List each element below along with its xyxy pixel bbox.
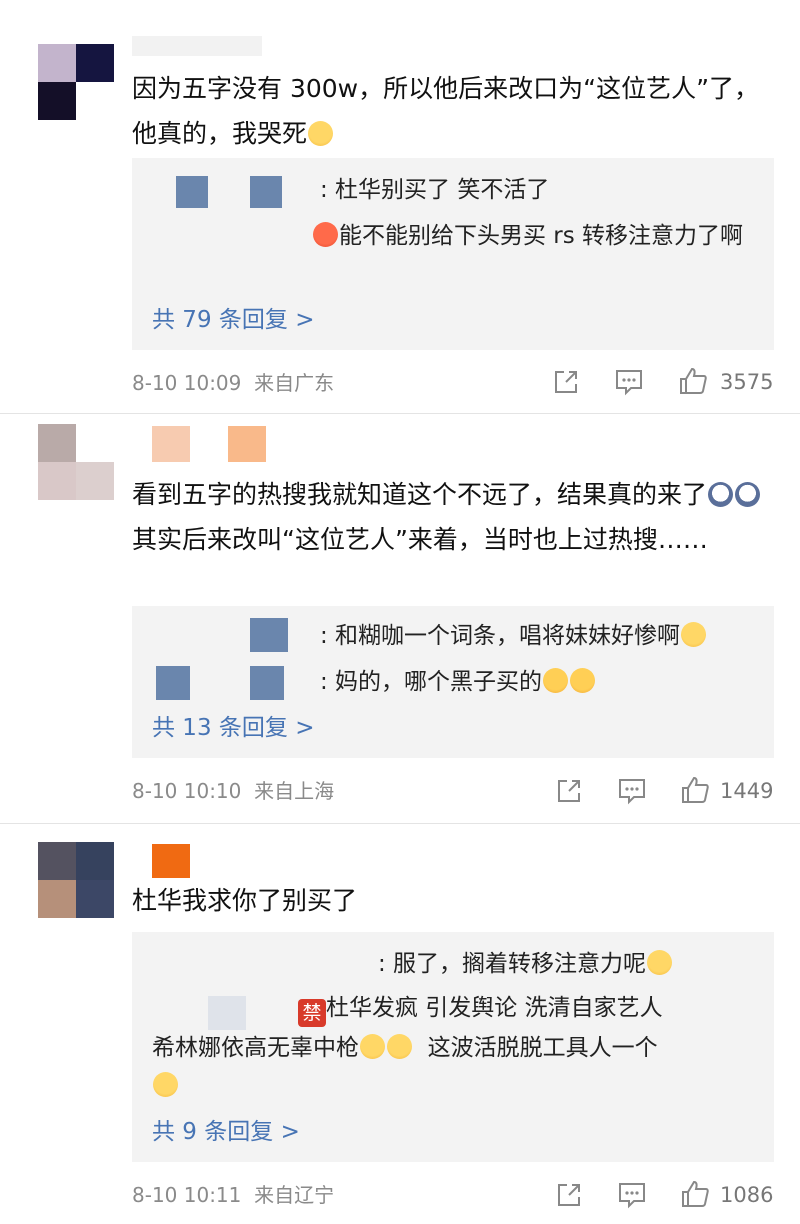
reply-line (152, 1068, 756, 1104)
reply-line: : 杜华别买了 笑不活了 (152, 172, 756, 208)
reply-username[interactable] (152, 174, 320, 208)
comment-text: 因为五字没有 300w，所以他后来改口为“这位艺人”了，他真的，我哭死 (132, 74, 760, 148)
doge-emoji-icon (708, 482, 734, 507)
crying-emoji-icon (360, 1034, 385, 1059)
like-count: 3575 (720, 370, 774, 394)
angry-emoji-icon (543, 668, 569, 693)
more-replies-link[interactable]: 共 9 条回复 > (152, 1114, 300, 1150)
comment-text: 看到五字的热搜我就知道这个不远了，结果真的来了其实后来改叫“这位艺人”来着，当时… (132, 472, 772, 562)
share-icon[interactable] (555, 1181, 583, 1209)
comment-meta: 8-10 10:10 来自上海 (132, 779, 335, 803)
like-icon[interactable] (678, 366, 708, 396)
reply-username[interactable] (152, 220, 312, 254)
reply-line: 能不能别给下头男买 rs 转移注意力了啊 (152, 218, 756, 254)
like-icon[interactable] (680, 1179, 710, 1209)
comment-icon[interactable] (617, 777, 647, 805)
crying-emoji-icon (153, 1072, 178, 1097)
divider (0, 413, 800, 414)
reply-username[interactable] (152, 665, 320, 700)
angry-emoji-icon (313, 222, 338, 247)
reply-line: : 服了，搁着转移注意力呢 (152, 946, 756, 982)
share-icon[interactable] (552, 368, 580, 396)
comment-meta: 8-10 10:09 来自广东 (132, 371, 335, 395)
more-replies-link[interactable]: 共 13 条回复 > (152, 710, 314, 746)
like-count: 1449 (720, 779, 774, 803)
divider (0, 823, 800, 824)
reply-box[interactable]: : 杜华别买了 笑不活了 能不能别给下头男买 rs 转移注意力了啊 共 79 条… (132, 158, 774, 350)
reply-line: : 妈的，哪个黑子买的 (152, 664, 756, 700)
share-icon[interactable] (555, 777, 583, 805)
ban-icon: 禁 (298, 999, 326, 1027)
avatar[interactable] (38, 424, 114, 500)
reply-username[interactable] (152, 617, 320, 654)
reply-line: 希林娜依高无辜中枪 这波活脱脱工具人一个 (152, 1034, 658, 1061)
crying-emoji-icon (681, 622, 707, 647)
avatar[interactable] (38, 842, 114, 918)
crying-emoji-icon (308, 121, 334, 146)
like-icon[interactable] (680, 775, 710, 805)
angry-emoji-icon (570, 668, 596, 693)
avatar[interactable] (38, 44, 114, 120)
reply-box[interactable]: : 和糊咖一个词条，唱将妹妹好惨啊 : 妈的，哪个黑子买的 共 13 条回复 > (132, 606, 774, 758)
crying-emoji-icon (387, 1034, 412, 1059)
username[interactable] (132, 36, 292, 56)
comment-icon[interactable] (614, 368, 644, 396)
more-replies-link[interactable]: 共 79 条回复 > (152, 302, 314, 338)
reply-username[interactable] (152, 992, 298, 1030)
comment-meta: 8-10 10:11 来自辽宁 (132, 1183, 335, 1207)
reply-box[interactable]: : 服了，搁着转移注意力呢 禁杜华发疯 引发舆论 洗清自家艺人 希林娜依高无辜中… (132, 932, 774, 1162)
comment-text: 杜华我求你了别买了 (132, 886, 358, 915)
reply-line: 禁杜华发疯 引发舆论 洗清自家艺人 (152, 990, 756, 1030)
comment-icon[interactable] (617, 1181, 647, 1209)
username[interactable] (132, 844, 292, 878)
reply-line: : 和糊咖一个词条，唱将妹妹好惨啊 (152, 617, 756, 654)
shh-emoji-icon (647, 950, 673, 975)
username[interactable] (132, 426, 292, 462)
doge-emoji-icon (735, 482, 761, 507)
reply-username[interactable] (152, 948, 378, 982)
like-count: 1086 (720, 1183, 774, 1207)
